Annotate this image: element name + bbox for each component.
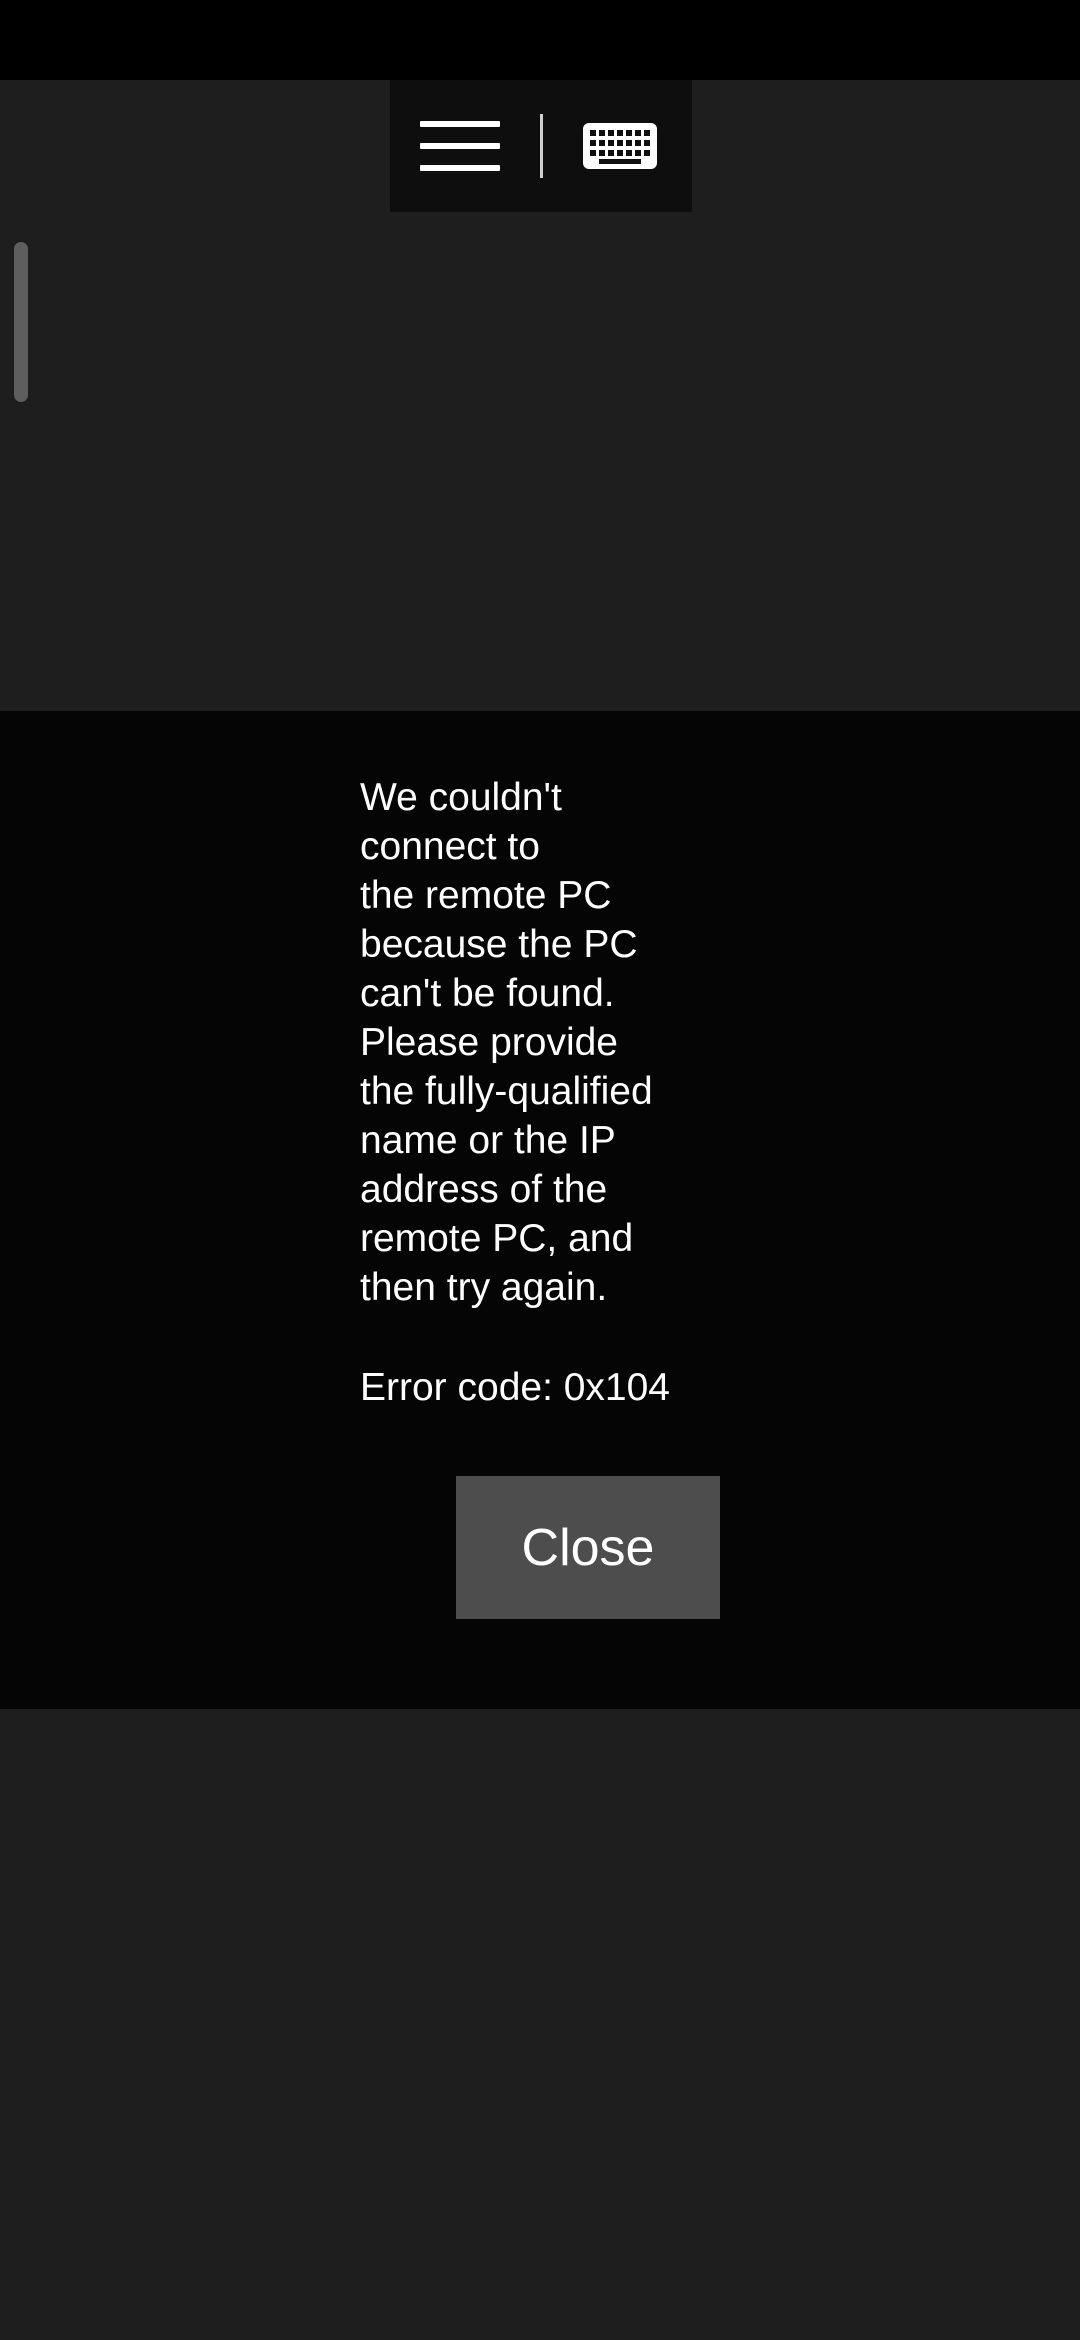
scroll-handle[interactable] (14, 242, 28, 402)
status-bar (0, 0, 1080, 80)
error-dialog: We couldn't connect to the remote PC bec… (0, 711, 1080, 1709)
close-button[interactable]: Close (456, 1476, 720, 1619)
toolbar-divider (540, 114, 543, 178)
keyboard-button[interactable] (568, 94, 672, 198)
keyboard-icon (583, 123, 657, 169)
error-message: We couldn't connect to the remote PC bec… (360, 776, 653, 1309)
connection-toolbar (390, 80, 692, 212)
hamburger-menu-icon (420, 121, 500, 171)
menu-button[interactable] (410, 94, 510, 198)
error-code: Error code: 0x104 (360, 1366, 671, 1409)
